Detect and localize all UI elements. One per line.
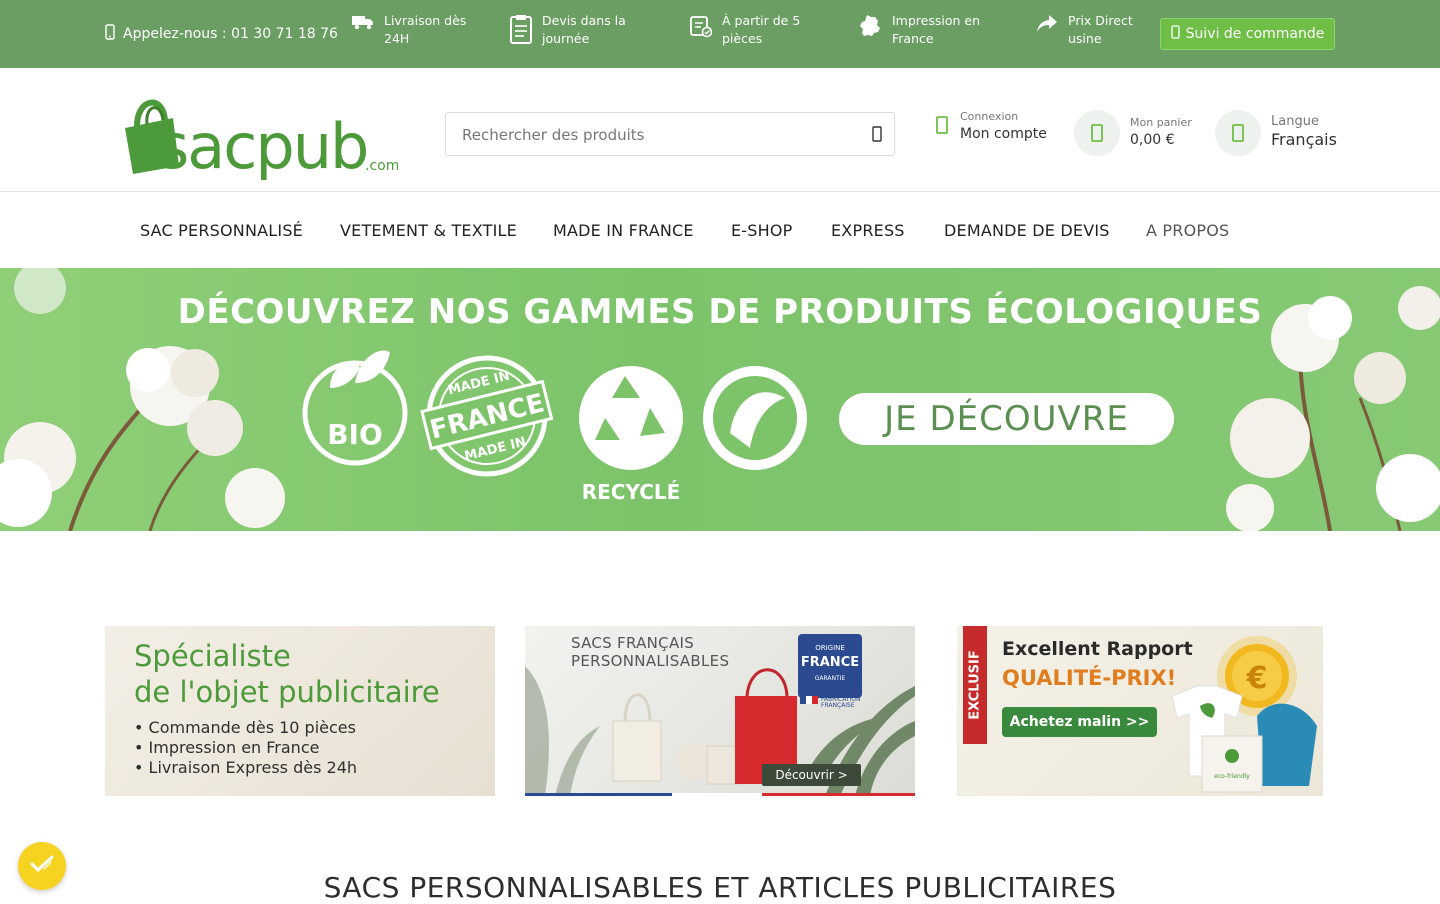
nav-demande-devis[interactable]: DEMANDE DE DEVIS bbox=[944, 221, 1110, 240]
quantity-icon bbox=[690, 12, 713, 43]
card1-title-line2: de l'objet publicitaire bbox=[134, 675, 440, 709]
cart-total: 0,00 € bbox=[1130, 132, 1175, 148]
language-value: Français bbox=[1271, 130, 1337, 149]
clipboard-icon bbox=[510, 12, 532, 49]
account-label: Mon compte bbox=[960, 126, 1047, 142]
promo-card-value[interactable]: € eco-friendly EXCLUSIF Excellent Rappor… bbox=[957, 626, 1323, 796]
feature-printing-text: Impression en France bbox=[892, 13, 981, 46]
nav-a-propos[interactable]: A PROPOS bbox=[1146, 221, 1229, 240]
made-in-france-badge: FRANCE MADE IN MADE IN bbox=[420, 355, 554, 477]
top-bar: Appelez-nous : 01 30 71 18 76 Livraison … bbox=[0, 0, 1440, 68]
phone-icon bbox=[105, 24, 115, 44]
phone-small-icon bbox=[1170, 25, 1180, 43]
search-box[interactable]: Rechercher des produits bbox=[445, 112, 895, 156]
card1-bullet-1: • Commande dès 10 pièces bbox=[134, 718, 356, 737]
phone-text: Appelez-nous : 01 30 71 18 76 bbox=[123, 26, 338, 42]
hero-banner[interactable]: BIO FRANCE MADE IN MADE IN DÉCOUVREZ NOS… bbox=[0, 268, 1440, 531]
logo-suffix: .com bbox=[365, 158, 398, 174]
feature-printing: Impression en France bbox=[858, 12, 992, 48]
svg-text:€: € bbox=[1246, 661, 1268, 696]
feature-price: Prix Direct usine bbox=[1036, 12, 1168, 48]
card2-discover-button[interactable]: Découvrir > bbox=[762, 764, 861, 786]
phone-contact[interactable]: Appelez-nous : 01 30 71 18 76 bbox=[105, 24, 338, 44]
site-logo[interactable]: sacpub .com bbox=[123, 90, 399, 183]
hero-cta-button[interactable]: JE DÉCOUVRE bbox=[839, 393, 1174, 445]
svg-text:GARANTIE: GARANTIE bbox=[815, 675, 846, 682]
globe-icon bbox=[1215, 110, 1261, 156]
card1-bullets: • Commande dès 10 pièces • Impression en… bbox=[134, 718, 357, 778]
search-input[interactable]: Rechercher des produits bbox=[462, 126, 644, 144]
nav-e-shop[interactable]: E-SHOP bbox=[731, 221, 793, 240]
main-navigation: SAC PERSONNALISÉ VETEMENT & TEXTILE MADE… bbox=[0, 192, 1440, 268]
cart-small-label: Mon panier bbox=[1130, 116, 1192, 129]
nav-vetement-textile[interactable]: VETEMENT & TEXTILE bbox=[340, 221, 517, 240]
svg-text:ORIGINE: ORIGINE bbox=[815, 644, 845, 652]
promo-card-french-bags[interactable]: ORIGINE FRANCE GARANTIE FABRICATION FRAN… bbox=[525, 626, 915, 796]
card2-title-line1: SACS FRANÇAIS bbox=[571, 634, 695, 652]
card2-title-line2: PERSONNALISABLES bbox=[571, 652, 730, 670]
promo-card-specialist[interactable]: Spécialiste de l'objet publicitaire • Co… bbox=[105, 626, 495, 796]
fairtrade-badge bbox=[703, 366, 807, 470]
feature-quote: Devis dans la journée bbox=[510, 12, 642, 49]
svg-text:FRANCE: FRANCE bbox=[801, 655, 859, 670]
cookie-consent-button[interactable] bbox=[18, 842, 66, 890]
card3-buy-button[interactable]: Achetez malin >> bbox=[1002, 707, 1157, 737]
nav-made-in-france[interactable]: MADE IN FRANCE bbox=[553, 221, 694, 240]
logo-wordmark: sacpub bbox=[157, 110, 367, 180]
site-header: sacpub .com Rechercher des produits Conn… bbox=[0, 68, 1440, 192]
feature-delivery: Livraison dès 24H bbox=[352, 12, 484, 48]
section-title: SACS PERSONNALISABLES ET ARTICLES PUBLIC… bbox=[323, 871, 1117, 904]
svg-text:FRANÇAISE: FRANÇAISE bbox=[821, 702, 855, 709]
search-icon[interactable] bbox=[872, 126, 882, 146]
language-selector[interactable]: Langue Français bbox=[1215, 110, 1337, 156]
feature-price-text: Prix Direct usine bbox=[1068, 13, 1133, 46]
card1-title-line1: Spécialiste bbox=[134, 639, 291, 673]
exclusive-label: EXCLUSIF bbox=[967, 650, 983, 720]
check-icon bbox=[29, 854, 55, 878]
hero-title: DÉCOUVREZ NOS GAMMES DE PRODUITS ÉCOLOGI… bbox=[177, 292, 1263, 332]
feature-delivery-text: Livraison dès 24H bbox=[384, 13, 467, 46]
france-map-icon bbox=[858, 12, 882, 43]
account-link[interactable]: Connexion Mon compte bbox=[934, 110, 1047, 144]
feature-quantity: À partir de 5 pièces bbox=[690, 12, 822, 48]
svg-text:BIO: BIO bbox=[327, 418, 383, 451]
card3-line2: QUALITÉ-PRIX! bbox=[1002, 666, 1177, 690]
svg-text:eco-friendly: eco-friendly bbox=[1214, 773, 1250, 780]
cart-icon bbox=[1074, 110, 1120, 156]
card1-title: Spécialiste de l'objet publicitaire bbox=[134, 638, 440, 710]
truck-icon bbox=[352, 12, 374, 35]
exclusive-ribbon: EXCLUSIF bbox=[963, 626, 987, 744]
user-icon bbox=[934, 115, 950, 139]
card2-title: SACS FRANÇAIS PERSONNALISABLES bbox=[571, 634, 729, 670]
card1-bullet-3: • Livraison Express dès 24h bbox=[134, 758, 358, 777]
recycle-badge bbox=[579, 366, 683, 470]
nav-express[interactable]: EXPRESS bbox=[831, 221, 905, 240]
card3-line1: Excellent Rapport bbox=[1002, 638, 1193, 660]
nav-sac-personnalise[interactable]: SAC PERSONNALISÉ bbox=[140, 221, 303, 240]
share-arrow-icon bbox=[1036, 12, 1058, 39]
card1-bullet-2: • Impression en France bbox=[134, 738, 320, 757]
feature-quantity-text: À partir de 5 pièces bbox=[722, 13, 801, 46]
recycle-label: RECYCLÉ bbox=[581, 480, 681, 504]
order-tracking-button[interactable]: Suivi de commande bbox=[1160, 18, 1335, 50]
account-small-label: Connexion bbox=[960, 110, 1019, 123]
cart-link[interactable]: Mon panier 0,00 € bbox=[1074, 110, 1192, 156]
order-tracking-label: Suivi de commande bbox=[1185, 26, 1325, 42]
feature-quote-text: Devis dans la journée bbox=[542, 13, 626, 46]
language-small-label: Langue bbox=[1271, 114, 1319, 129]
bio-badge: BIO bbox=[302, 350, 408, 466]
